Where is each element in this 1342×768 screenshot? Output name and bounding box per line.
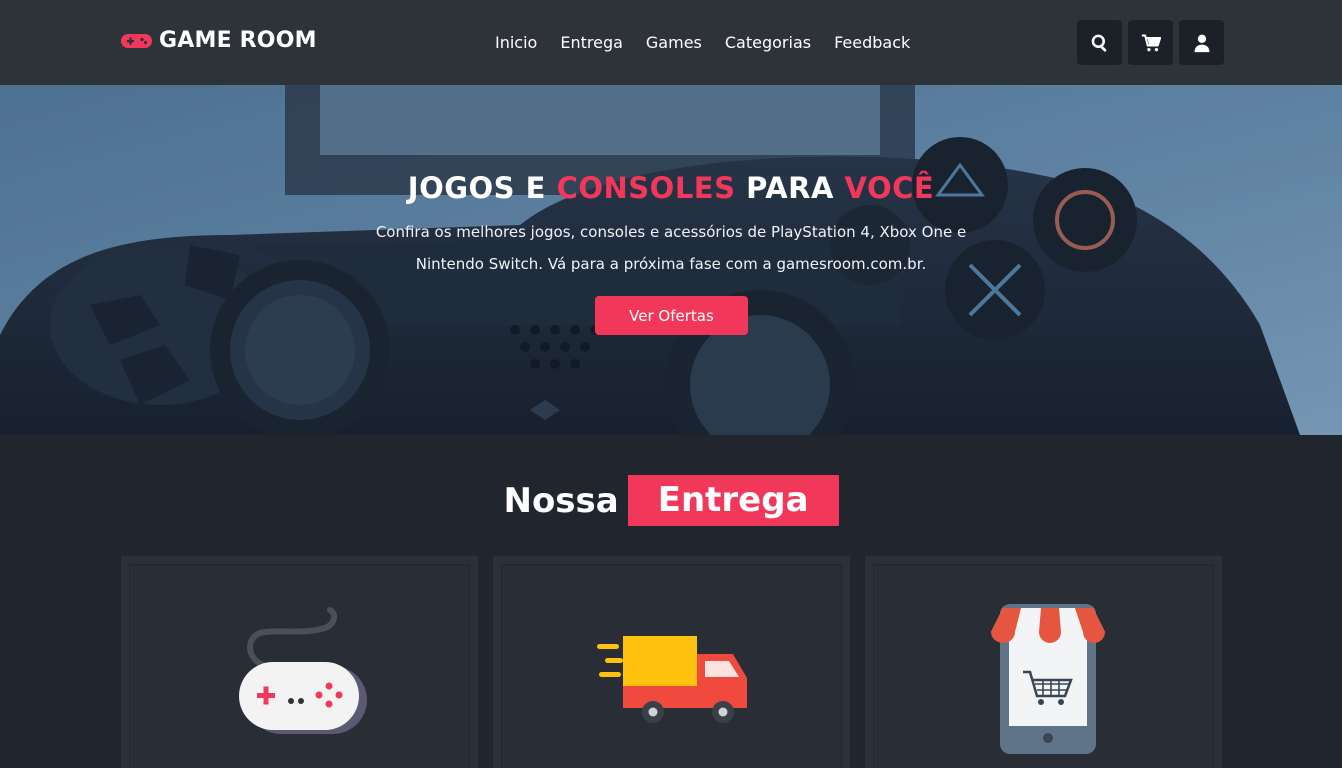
section-title-plain: Nossa xyxy=(503,480,619,521)
search-icon xyxy=(1091,34,1106,52)
nav-item-inicio[interactable]: Inicio xyxy=(495,33,537,52)
user-icon xyxy=(1194,34,1209,52)
nav-item-games[interactable]: Games xyxy=(646,33,702,52)
hero-title-accent2: VOCÊ xyxy=(844,171,935,205)
cart-icon xyxy=(1141,34,1161,51)
gamepad-icon xyxy=(121,33,152,48)
nav-item-feedback[interactable]: Feedback xyxy=(834,33,910,52)
gamepad-icon xyxy=(239,607,367,734)
nav-item-categorias[interactable]: Categorias xyxy=(725,33,811,52)
hero-description: Confira os melhores jogos, consoles e ac… xyxy=(375,223,967,273)
hero-title-part2: PARA xyxy=(735,171,845,205)
nav-item-entrega[interactable]: Entrega xyxy=(560,33,623,52)
logo-text: GAME ROOM xyxy=(159,28,317,53)
main-nav: Inicio Entrega Games Categorias Feedback xyxy=(495,33,910,52)
view-offers-button[interactable]: Ver Ofertas xyxy=(595,296,748,335)
hero-title-accent1: CONSOLES xyxy=(556,171,736,205)
search-button[interactable] xyxy=(1077,20,1122,65)
delivery-card-games xyxy=(121,556,478,768)
header-actions xyxy=(1077,20,1224,65)
delivery-truck-icon xyxy=(597,636,747,723)
delivery-card-shipping xyxy=(493,556,850,768)
mobile-store-icon xyxy=(991,604,1105,754)
delivery-card-online-store xyxy=(865,556,1222,768)
user-button[interactable] xyxy=(1179,20,1224,65)
cart-button[interactable] xyxy=(1128,20,1173,65)
hero-title-part1: JOGOS E xyxy=(407,171,557,205)
hero-title: JOGOS E CONSOLES PARA VOCÊ xyxy=(0,171,1342,205)
hero-banner: JOGOS E CONSOLES PARA VOCÊ Confira os me… xyxy=(0,85,1342,435)
section-title: Nossa Entrega xyxy=(0,475,1342,526)
header: GAME ROOM Inicio Entrega Games Categoria… xyxy=(0,0,1342,85)
logo[interactable]: GAME ROOM xyxy=(121,28,317,53)
section-title-highlight: Entrega xyxy=(627,475,839,526)
